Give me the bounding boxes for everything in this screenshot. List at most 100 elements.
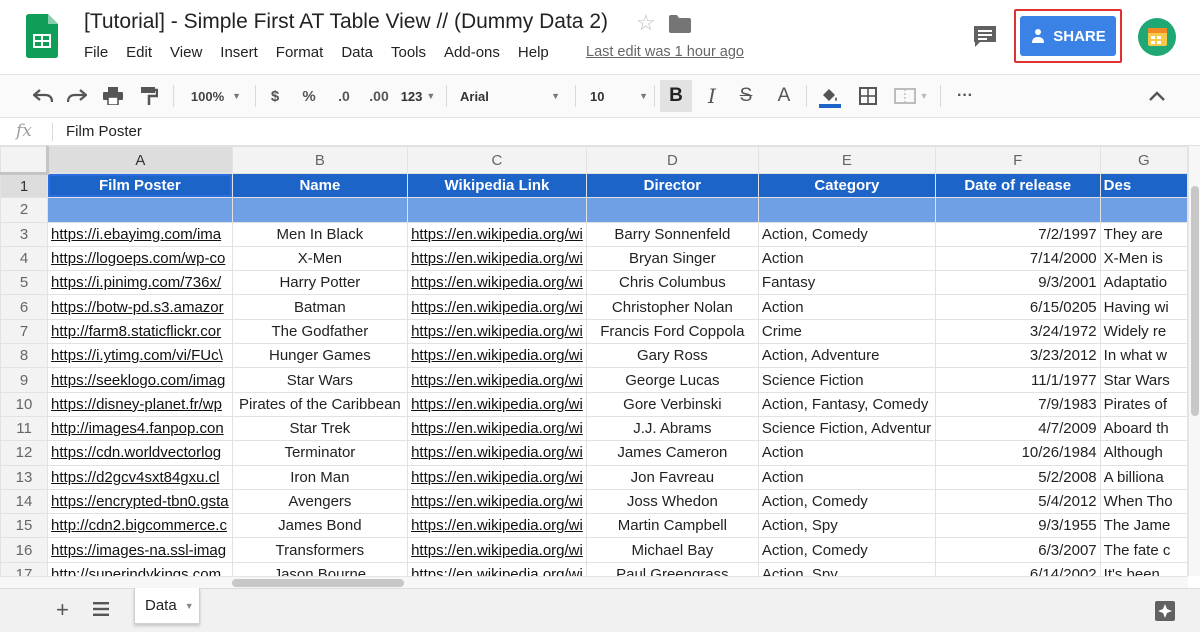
add-sheet-icon[interactable]: + — [56, 597, 69, 623]
currency-format-button[interactable]: $ — [264, 75, 286, 117]
cell[interactable] — [1099, 197, 1188, 223]
row-header[interactable]: 7 — [0, 318, 49, 345]
cell-category[interactable]: Action, Comedy — [757, 221, 936, 247]
cell-wikipedia-link[interactable]: https://en.wikipedia.org/wi — [407, 464, 587, 490]
row-header[interactable]: 8 — [0, 343, 49, 369]
italic-button[interactable]: I — [700, 75, 724, 117]
last-edit-link[interactable]: Last edit was 1 hour ago — [586, 44, 744, 60]
cell-wikipedia-link-link[interactable]: https://en.wikipedia.org/wi — [411, 299, 583, 316]
folder-icon[interactable] — [669, 15, 691, 33]
undo-icon[interactable] — [30, 75, 56, 117]
cell-date-of-release[interactable]: 6/14/2002 — [934, 561, 1101, 576]
header-cell-category[interactable]: Category — [757, 172, 936, 199]
cell-name[interactable]: Transformers — [231, 537, 409, 563]
cell[interactable] — [757, 197, 936, 223]
cell-wikipedia-link[interactable]: https://en.wikipedia.org/wi — [407, 294, 587, 320]
cell-description[interactable]: Although — [1099, 440, 1188, 466]
cell-director[interactable]: Francis Ford Coppola — [585, 318, 759, 345]
column-header-b[interactable]: B — [231, 146, 409, 174]
cell-wikipedia-link-link[interactable]: https://en.wikipedia.org/wi — [411, 347, 583, 364]
redo-icon[interactable] — [64, 75, 90, 117]
cell-date-of-release[interactable]: 4/7/2009 — [934, 415, 1101, 442]
cell-wikipedia-link-link[interactable]: https://en.wikipedia.org/wi — [411, 372, 583, 389]
cell-wikipedia-link-link[interactable]: https://en.wikipedia.org/wi — [411, 566, 583, 576]
column-header-a[interactable]: A — [47, 146, 233, 174]
explore-icon[interactable] — [1154, 600, 1176, 622]
cell-film-poster[interactable]: https://encrypted-tbn0.gsta — [47, 488, 233, 515]
cell-description[interactable]: Aboard th — [1099, 415, 1188, 442]
row-header[interactable]: 2 — [0, 197, 49, 223]
cell-film-poster[interactable]: https://cdn.worldvectorlog — [47, 440, 233, 466]
chevron-down-icon[interactable]: ▼ — [185, 601, 194, 611]
cell-director[interactable]: Gore Verbinski — [585, 391, 759, 417]
cell-wikipedia-link[interactable]: https://en.wikipedia.org/wi — [407, 488, 587, 515]
share-button[interactable]: SHARE — [1020, 16, 1116, 56]
cell-category[interactable]: Crime — [757, 318, 936, 345]
text-color-button[interactable]: A — [772, 75, 796, 117]
select-all-corner[interactable] — [0, 146, 50, 175]
cell-name[interactable]: Hunger Games — [231, 343, 409, 369]
cell-director[interactable]: Barry Sonnenfeld — [585, 221, 759, 247]
collapse-toolbar-icon[interactable] — [1144, 75, 1170, 117]
cell-wikipedia-link[interactable]: https://en.wikipedia.org/wi — [407, 221, 587, 247]
cell-director[interactable]: J.J. Abrams — [585, 415, 759, 442]
cell-film-poster[interactable]: https://seeklogo.com/imag — [47, 367, 233, 393]
header-cell-film-poster[interactable]: Film Poster — [47, 172, 233, 199]
cell-date-of-release[interactable]: 10/26/1984 — [934, 440, 1101, 466]
percent-format-button[interactable]: % — [298, 75, 320, 117]
cell-wikipedia-link[interactable]: https://en.wikipedia.org/wi — [407, 561, 587, 576]
star-icon[interactable]: ☆ — [636, 10, 656, 36]
cell-film-poster-link[interactable]: https://seeklogo.com/imag — [51, 372, 225, 389]
row-header[interactable]: 11 — [0, 415, 49, 442]
cell-description[interactable]: Having wi — [1099, 294, 1188, 320]
menu-help[interactable]: Help — [518, 44, 549, 61]
cell-category[interactable]: Action — [757, 245, 936, 272]
cell-film-poster-link[interactable]: http://superindykings.com — [51, 566, 221, 576]
comments-icon[interactable] — [972, 24, 998, 48]
cell-date-of-release[interactable]: 7/2/1997 — [934, 221, 1101, 247]
cell-film-poster[interactable]: https://botw-pd.s3.amazor — [47, 294, 233, 320]
cell-film-poster-link[interactable]: https://images-na.ssl-imag — [51, 542, 226, 559]
cell-director[interactable]: Christopher Nolan — [585, 294, 759, 320]
cell-wikipedia-link-link[interactable]: https://en.wikipedia.org/wi — [411, 396, 583, 413]
cell-wikipedia-link-link[interactable]: https://en.wikipedia.org/wi — [411, 274, 583, 291]
sheets-logo-icon[interactable] — [26, 14, 58, 58]
menu-file[interactable]: File — [84, 44, 108, 61]
cell-name[interactable]: Harry Potter — [231, 270, 409, 296]
header-cell-name[interactable]: Name — [231, 172, 409, 199]
cell-description[interactable]: They are — [1099, 221, 1188, 247]
cell-category[interactable]: Action, Adventure — [757, 343, 936, 369]
more-formats-select[interactable]: 123 ▼ — [398, 75, 438, 117]
more-options-button[interactable]: ··· — [950, 75, 980, 117]
horizontal-scrollbar[interactable] — [0, 576, 1188, 588]
row-header[interactable]: 9 — [0, 367, 49, 393]
cell-name[interactable]: Avengers — [231, 488, 409, 515]
cell-wikipedia-link[interactable]: https://en.wikipedia.org/wi — [407, 318, 587, 345]
cell-name[interactable]: Star Wars — [231, 367, 409, 393]
cell-category[interactable]: Action — [757, 440, 936, 466]
cell-film-poster-link[interactable]: https://botw-pd.s3.amazor — [51, 299, 224, 316]
column-header-d[interactable]: D — [585, 146, 759, 174]
header-cell-date-of-release[interactable]: Date of release — [934, 172, 1101, 199]
cell-category[interactable]: Action — [757, 294, 936, 320]
cell-name[interactable]: Jason Bourne — [231, 561, 409, 576]
cell-film-poster[interactable]: http://farm8.staticflickr.cor — [47, 318, 233, 345]
row-header[interactable]: 5 — [0, 270, 49, 296]
cell-wikipedia-link-link[interactable]: https://en.wikipedia.org/wi — [411, 517, 583, 534]
cell-director[interactable]: George Lucas — [585, 367, 759, 393]
cell-wikipedia-link-link[interactable]: https://en.wikipedia.org/wi — [411, 444, 583, 461]
cell-date-of-release[interactable]: 9/3/1955 — [934, 513, 1101, 539]
menu-insert[interactable]: Insert — [220, 44, 258, 61]
cell-category[interactable]: Action, Comedy — [757, 488, 936, 515]
row-header[interactable]: 1 — [0, 172, 49, 199]
horizontal-scroll-thumb[interactable] — [232, 579, 404, 587]
cell-director[interactable]: Jon Favreau — [585, 464, 759, 490]
cell[interactable] — [585, 197, 759, 223]
bold-button[interactable]: B — [660, 80, 692, 112]
cell-description[interactable]: The Jame — [1099, 513, 1188, 539]
paint-format-icon[interactable] — [136, 75, 162, 117]
cell-film-poster[interactable]: https://d2gcv4sxt84gxu.cl — [47, 464, 233, 490]
cell-director[interactable]: Joss Whedon — [585, 488, 759, 515]
cell-name[interactable]: Batman — [231, 294, 409, 320]
cell-date-of-release[interactable]: 11/1/1977 — [934, 367, 1101, 393]
